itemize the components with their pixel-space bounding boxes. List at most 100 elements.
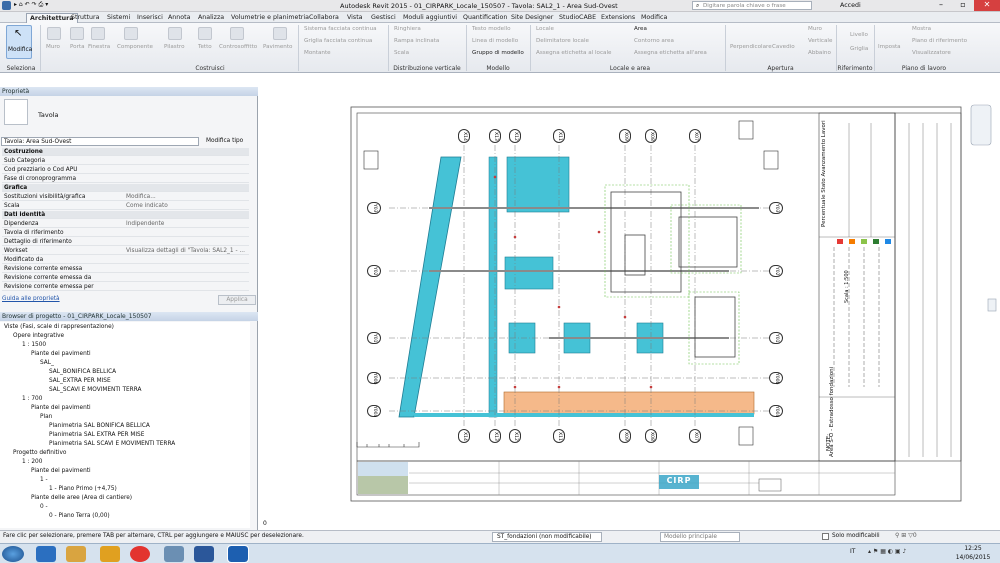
property-row[interactable]: Fase di cronoprogramma: [2, 175, 249, 183]
grid-bubble-x14[interactable]: X14: [458, 129, 470, 143]
grid-bubble-x09[interactable]: X09: [619, 429, 631, 443]
tree-item[interactable]: Piante dei pavimenti: [31, 351, 91, 357]
tab-quantification[interactable]: Quantification: [460, 13, 510, 23]
language-indicator[interactable]: IT: [850, 548, 855, 555]
component-icon[interactable]: [124, 27, 138, 40]
tab-site-designer[interactable]: Site Designer: [508, 13, 556, 23]
search-input[interactable]: Digitare parola chiave o frase: [692, 1, 812, 10]
railing-button[interactable]: Ringhiera: [394, 26, 421, 32]
set-workplane-button[interactable]: Imposta: [878, 44, 901, 50]
tree-item[interactable]: 1 : 1500: [22, 342, 46, 348]
vertical-opening-button[interactable]: Verticale: [808, 38, 832, 44]
tree-item[interactable]: Viste (Fasi, scale di rappresentazione): [4, 324, 114, 330]
ceiling-icon[interactable]: [230, 27, 244, 40]
floor-icon[interactable]: [273, 27, 287, 40]
show-workplane-button[interactable]: Mostra: [912, 26, 931, 32]
tree-item[interactable]: Piante delle aree (Area di cantiere): [31, 495, 132, 501]
property-section[interactable]: Costruzione: [2, 148, 249, 156]
filter-icon[interactable]: ⚲ ⊞ ▽0: [895, 532, 917, 539]
property-row[interactable]: Revisione corrente emessa da: [2, 274, 249, 282]
property-row[interactable]: Revisione corrente emessa: [2, 265, 249, 273]
editable-only-checkbox[interactable]: [822, 533, 829, 540]
model-group-button[interactable]: Gruppo di modello: [472, 50, 524, 56]
column-button[interactable]: Pilastro: [164, 44, 185, 50]
property-value[interactable]: Indipendente: [126, 220, 164, 228]
model-text-button[interactable]: Testo modello: [472, 26, 511, 32]
property-section[interactable]: Grafica: [2, 184, 249, 192]
ie-icon[interactable]: [36, 546, 56, 562]
roof-icon[interactable]: [198, 27, 212, 40]
explorer-icon[interactable]: [66, 546, 86, 562]
tab-studiocabe[interactable]: StudioCABE: [556, 13, 599, 23]
grid-bubble-y01[interactable]: Y01: [769, 332, 783, 344]
sheet-view-scale[interactable]: 0: [263, 520, 267, 527]
level-button[interactable]: Livello: [850, 32, 868, 38]
drawing-canvas[interactable]: X14 X14 X13 X13 X12 X12 X11 X11 X09 X09 X08 X08 X07 X…: [259, 87, 1000, 530]
apply-button[interactable]: Applica: [218, 295, 256, 305]
tab-struttura[interactable]: Struttura: [68, 13, 102, 23]
shaft-button[interactable]: Cavedio: [772, 44, 795, 50]
wall-icon[interactable]: [47, 27, 61, 40]
window-button[interactable]: Finestra: [88, 44, 110, 50]
properties-help-link[interactable]: Guida alle proprietà: [2, 296, 60, 302]
grid-bubble-x12[interactable]: X12: [509, 129, 521, 143]
grid-bubble-x13[interactable]: X13: [489, 129, 501, 143]
grid-bubble-x07[interactable]: X07: [689, 129, 701, 143]
grid-bubble-y00b[interactable]: Y00b: [367, 372, 381, 384]
word-icon[interactable]: [194, 546, 214, 562]
grid-bubble-x07[interactable]: X07: [689, 429, 701, 443]
wall-button[interactable]: Muro: [46, 44, 60, 50]
ramp-button[interactable]: Rampa inclinata: [394, 38, 439, 44]
sign-in-button[interactable]: Accedi: [840, 1, 861, 11]
mullion-button[interactable]: Montante: [304, 50, 331, 56]
instance-selector[interactable]: Tavola: Area Sud-Ovest: [1, 137, 199, 146]
tree-item[interactable]: SAL_SCAVI E MOVIMENTI TERRA: [49, 387, 141, 393]
grid-bubble-x09[interactable]: X09: [619, 129, 631, 143]
media-icon[interactable]: [100, 546, 120, 562]
dormer-button[interactable]: Abbaino: [808, 50, 831, 56]
door-button[interactable]: Porta: [70, 44, 85, 50]
curtain-grid-button[interactable]: Griglia facciata continua: [304, 38, 372, 44]
tree-item[interactable]: Planimetria SAL BONIFICA BELLICA: [49, 423, 150, 429]
property-row[interactable]: Scala Come indicato: [2, 202, 249, 210]
tree-item[interactable]: Opere integrative: [13, 333, 64, 339]
tab-moduli[interactable]: Moduli aggiuntivi: [400, 13, 460, 23]
tree-item[interactable]: 1 -: [40, 477, 48, 483]
area-button[interactable]: Area: [634, 26, 647, 32]
start-button[interactable]: [2, 546, 24, 562]
revit-app-icon[interactable]: [2, 1, 11, 10]
wall-opening-button[interactable]: Muro: [808, 26, 822, 32]
property-row[interactable]: Cod prezziario o Cod APU: [2, 166, 249, 174]
grid-bubble-x08[interactable]: X08: [645, 129, 657, 143]
ref-plane-button[interactable]: Piano di riferimento: [912, 38, 967, 44]
property-row[interactable]: Revisione corrente emessa per: [2, 283, 249, 291]
tray-icons[interactable]: ▴ ⚑ ▦ ◐ ▣ ♪: [868, 548, 906, 555]
design-option-selector[interactable]: Modello principale: [660, 532, 740, 542]
grid-bubble-y02[interactable]: Y02: [367, 265, 381, 277]
close-button[interactable]: ✕: [974, 0, 1000, 11]
tree-item[interactable]: Piante dei pavimenti: [31, 405, 91, 411]
property-value[interactable]: Visualizza dettagli di "Tavola: SAL2_1 -…: [126, 247, 245, 255]
floor-button[interactable]: Pavimento: [263, 44, 292, 50]
tab-modifica[interactable]: Modifica: [638, 13, 670, 23]
grid-bubble-x11[interactable]: X11: [553, 429, 565, 443]
room-button[interactable]: Locale: [536, 26, 554, 32]
group-select[interactable]: Seleziona: [2, 64, 40, 73]
area-boundary-button[interactable]: Contorno area: [634, 38, 674, 44]
grid-bubble-y00b[interactable]: Y00b: [769, 372, 783, 384]
room-separator-button[interactable]: Delimitatore locale: [536, 38, 589, 44]
grid-bubble-x11[interactable]: X11: [553, 129, 565, 143]
tag-area-button[interactable]: Assegna etichetta all'area: [634, 50, 707, 56]
tab-extensions[interactable]: Extensions: [598, 13, 638, 23]
component-button[interactable]: Componente: [117, 44, 153, 50]
tree-item[interactable]: Progetto definitivo: [13, 450, 66, 456]
tab-gestisci[interactable]: Gestisci: [368, 13, 399, 23]
grid-button[interactable]: Griglia: [850, 46, 868, 52]
tree-item[interactable]: SAL_: [40, 360, 54, 366]
property-value[interactable]: Come indicato: [126, 202, 168, 210]
property-row[interactable]: Tavola di riferimento: [2, 229, 249, 237]
clock-date[interactable]: 14/06/2015: [952, 554, 994, 561]
tab-vista[interactable]: Vista: [344, 13, 366, 23]
property-row[interactable]: Sub Categoria: [2, 157, 249, 165]
tab-inserisci[interactable]: Inserisci: [134, 13, 166, 23]
